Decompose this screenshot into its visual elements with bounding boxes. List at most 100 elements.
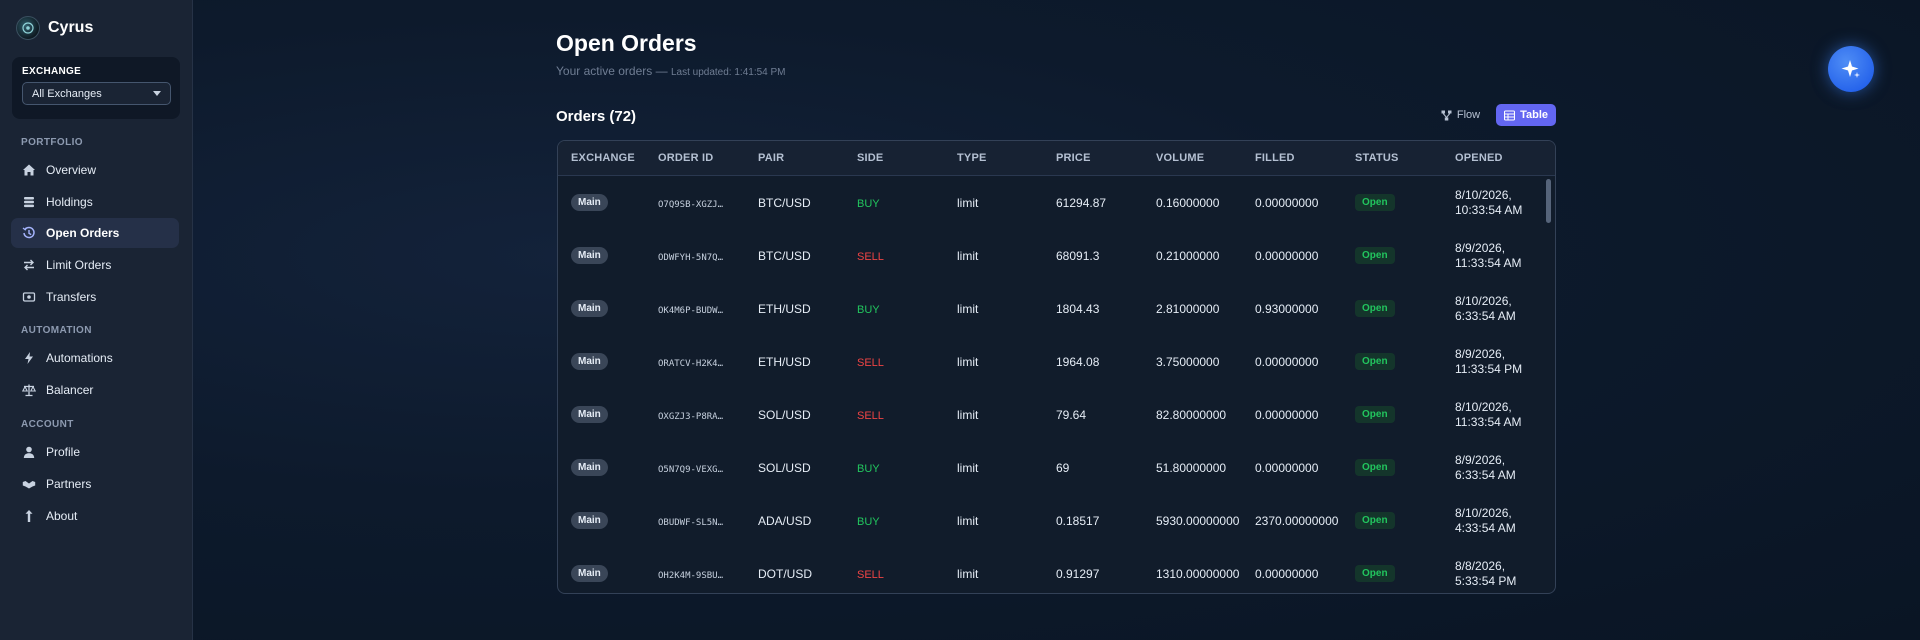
cell-volume: 0.16000000 — [1156, 195, 1220, 210]
cell-pair: ADA/USD — [758, 513, 812, 528]
opened-time: 10:33:54 AM — [1455, 202, 1523, 217]
cell-volume: 5930.00000000 — [1156, 513, 1240, 528]
table-scrollbar[interactable] — [1546, 177, 1553, 593]
cell-exchange-badge: Main — [558, 565, 658, 582]
view-toggle: Flow Table — [1433, 104, 1556, 126]
status-badge: Open — [1355, 459, 1395, 476]
status-badge: Open — [1355, 194, 1395, 211]
exchange-badge: Main — [571, 512, 608, 529]
col-side[interactable]: SIDE — [857, 152, 957, 164]
cell-price: 0.91297 — [1056, 566, 1100, 581]
sidebar-item-balancer[interactable]: Balancer — [11, 375, 179, 405]
sidebar-item-open-orders[interactable]: Open Orders — [11, 218, 179, 248]
col-type[interactable]: TYPE — [957, 152, 1056, 164]
table-row[interactable]: Main ODWFYH-5N7Q… BTC/USD SELL limit 68091.3 0… — [558, 229, 1555, 282]
cell-status-badge: Open — [1355, 406, 1455, 423]
table-icon — [1504, 109, 1516, 121]
table-row[interactable]: Main OK4M6P-BUDW… ETH/USD BUY limit 1804.43 2.… — [558, 282, 1555, 335]
table-view-button[interactable]: Table — [1496, 104, 1556, 126]
cell-status-badge: Open — [1355, 353, 1455, 370]
cell-volume: 2.81000000 — [1156, 301, 1220, 316]
status-badge: Open — [1355, 512, 1395, 529]
cell-filled: 0.00000000 — [1255, 195, 1319, 210]
table-row[interactable]: Main OXGZJ3-P8RA… SOL/USD SELL limit 79.64 82.… — [558, 388, 1555, 441]
page-subtitle: Your active orders — Last updated: 1:41:… — [556, 64, 786, 78]
opened-date: 8/10/2026, — [1455, 293, 1512, 308]
sidebar-item-holdings[interactable]: Holdings — [11, 187, 179, 217]
opened-time: 11:33:54 PM — [1455, 361, 1523, 376]
opened-date: 8/9/2026, — [1455, 346, 1506, 361]
exchange-filter-card: EXCHANGE All Exchanges — [12, 57, 180, 119]
cell-order-id: O7Q9SB-XGZJ… — [658, 196, 758, 210]
cell-status-badge: Open — [1355, 300, 1455, 317]
exchange-badge: Main — [571, 194, 608, 211]
cell-pair: SOL/USD — [758, 407, 811, 422]
col-exchange[interactable]: EXCHANGE — [558, 152, 658, 164]
stack-icon — [24, 197, 34, 208]
cell-status-badge: Open — [1355, 459, 1455, 476]
table-row[interactable]: Main OH2K4M-9SBU… DOT/USD SELL limit 0.91297 1… — [558, 547, 1555, 593]
cell-opened: 8/10/2026, 10:33:54 AM — [1455, 188, 1554, 218]
col-order-id[interactable]: ORDER ID — [658, 152, 758, 164]
col-pair[interactable]: PAIR — [758, 152, 857, 164]
orders-table[interactable]: EXCHANGE ORDER ID PAIR SIDE TYPE PRICE V… — [557, 140, 1556, 594]
exchange-select[interactable]: All Exchanges — [22, 82, 171, 105]
order-id-text: O5N7Q9-VEXG… — [658, 464, 724, 475]
section-account: ACCOUNT — [21, 419, 74, 430]
order-id-text: OH2K4M-9SBU… — [658, 570, 724, 581]
transfer-icon — [22, 292, 36, 302]
subtitle-separator: — — [655, 64, 668, 78]
order-id-text: OK4M6P-BUDW… — [658, 305, 724, 316]
cell-type: limit — [957, 195, 979, 210]
col-opened[interactable]: OPENED — [1455, 152, 1554, 164]
table-row[interactable]: Main ORATCV-H2K4… ETH/USD SELL limit 1964.08 3… — [558, 335, 1555, 388]
sidebar-item-profile[interactable]: Profile — [11, 437, 179, 467]
cell-opened: 8/10/2026, 4:33:54 AM — [1455, 506, 1554, 536]
sidebar-item-transfers[interactable]: Transfers — [11, 282, 179, 312]
chevron-down-icon — [153, 91, 161, 96]
col-filled[interactable]: FILLED — [1255, 152, 1355, 164]
ai-assistant-button[interactable] — [1828, 46, 1874, 92]
cell-exchange-badge: Main — [558, 300, 658, 317]
cell-order-id: OXGZJ3-P8RA… — [658, 408, 758, 422]
cell-type: limit — [957, 566, 979, 581]
table-row[interactable]: Main O5N7Q9-VEXG… SOL/USD BUY limit 69 51.8000… — [558, 441, 1555, 494]
sidebar-item-label: Limit Orders — [46, 258, 112, 272]
cell-side: SELL — [857, 355, 957, 369]
col-price[interactable]: PRICE — [1056, 152, 1156, 164]
cell-pair: ETH/USD — [758, 354, 811, 369]
cell-side: BUY — [857, 514, 957, 528]
sidebar-item-partners[interactable]: Partners — [11, 469, 179, 499]
table-scrollbar-thumb[interactable] — [1546, 179, 1551, 223]
col-volume[interactable]: VOLUME — [1156, 152, 1255, 164]
cell-order-id: ODWFYH-5N7Q… — [658, 249, 758, 263]
status-badge: Open — [1355, 406, 1395, 423]
sidebar-item-label: Transfers — [46, 290, 97, 304]
cell-exchange-badge: Main — [558, 353, 658, 370]
table-row[interactable]: Main OBUDWF-SL5N… ADA/USD BUY limit 0.18517 59… — [558, 494, 1555, 547]
cell-exchange-badge: Main — [558, 247, 658, 264]
sidebar-item-about[interactable]: About — [11, 501, 179, 531]
flow-view-button[interactable]: Flow — [1433, 104, 1488, 126]
sparkle-icon — [1841, 60, 1860, 78]
user-icon — [23, 446, 35, 458]
side-text: BUY — [857, 462, 880, 475]
cell-exchange-badge: Main — [558, 406, 658, 423]
cyrus-logo-icon — [16, 16, 40, 40]
cell-filled: 0.00000000 — [1255, 566, 1319, 581]
cell-pair: DOT/USD — [758, 566, 812, 581]
brand[interactable]: Cyrus — [16, 16, 93, 40]
cell-side: BUY — [857, 196, 957, 210]
side-text: SELL — [857, 250, 884, 263]
table-row[interactable]: Main O7Q9SB-XGZJ… BTC/USD BUY limit 61294.87 0… — [558, 176, 1555, 229]
scale-icon — [22, 384, 36, 397]
sidebar-item-automations[interactable]: Automations — [11, 343, 179, 373]
cell-filled: 0.00000000 — [1255, 248, 1319, 263]
flow-icon — [1441, 110, 1452, 120]
opened-time: 11:33:54 AM — [1455, 414, 1522, 429]
sidebar-item-limit-orders[interactable]: Limit Orders — [11, 250, 179, 280]
col-status[interactable]: STATUS — [1355, 152, 1455, 164]
sidebar-item-overview[interactable]: Overview — [11, 155, 179, 185]
cell-type: limit — [957, 460, 979, 475]
page-title: Open Orders — [556, 30, 697, 56]
